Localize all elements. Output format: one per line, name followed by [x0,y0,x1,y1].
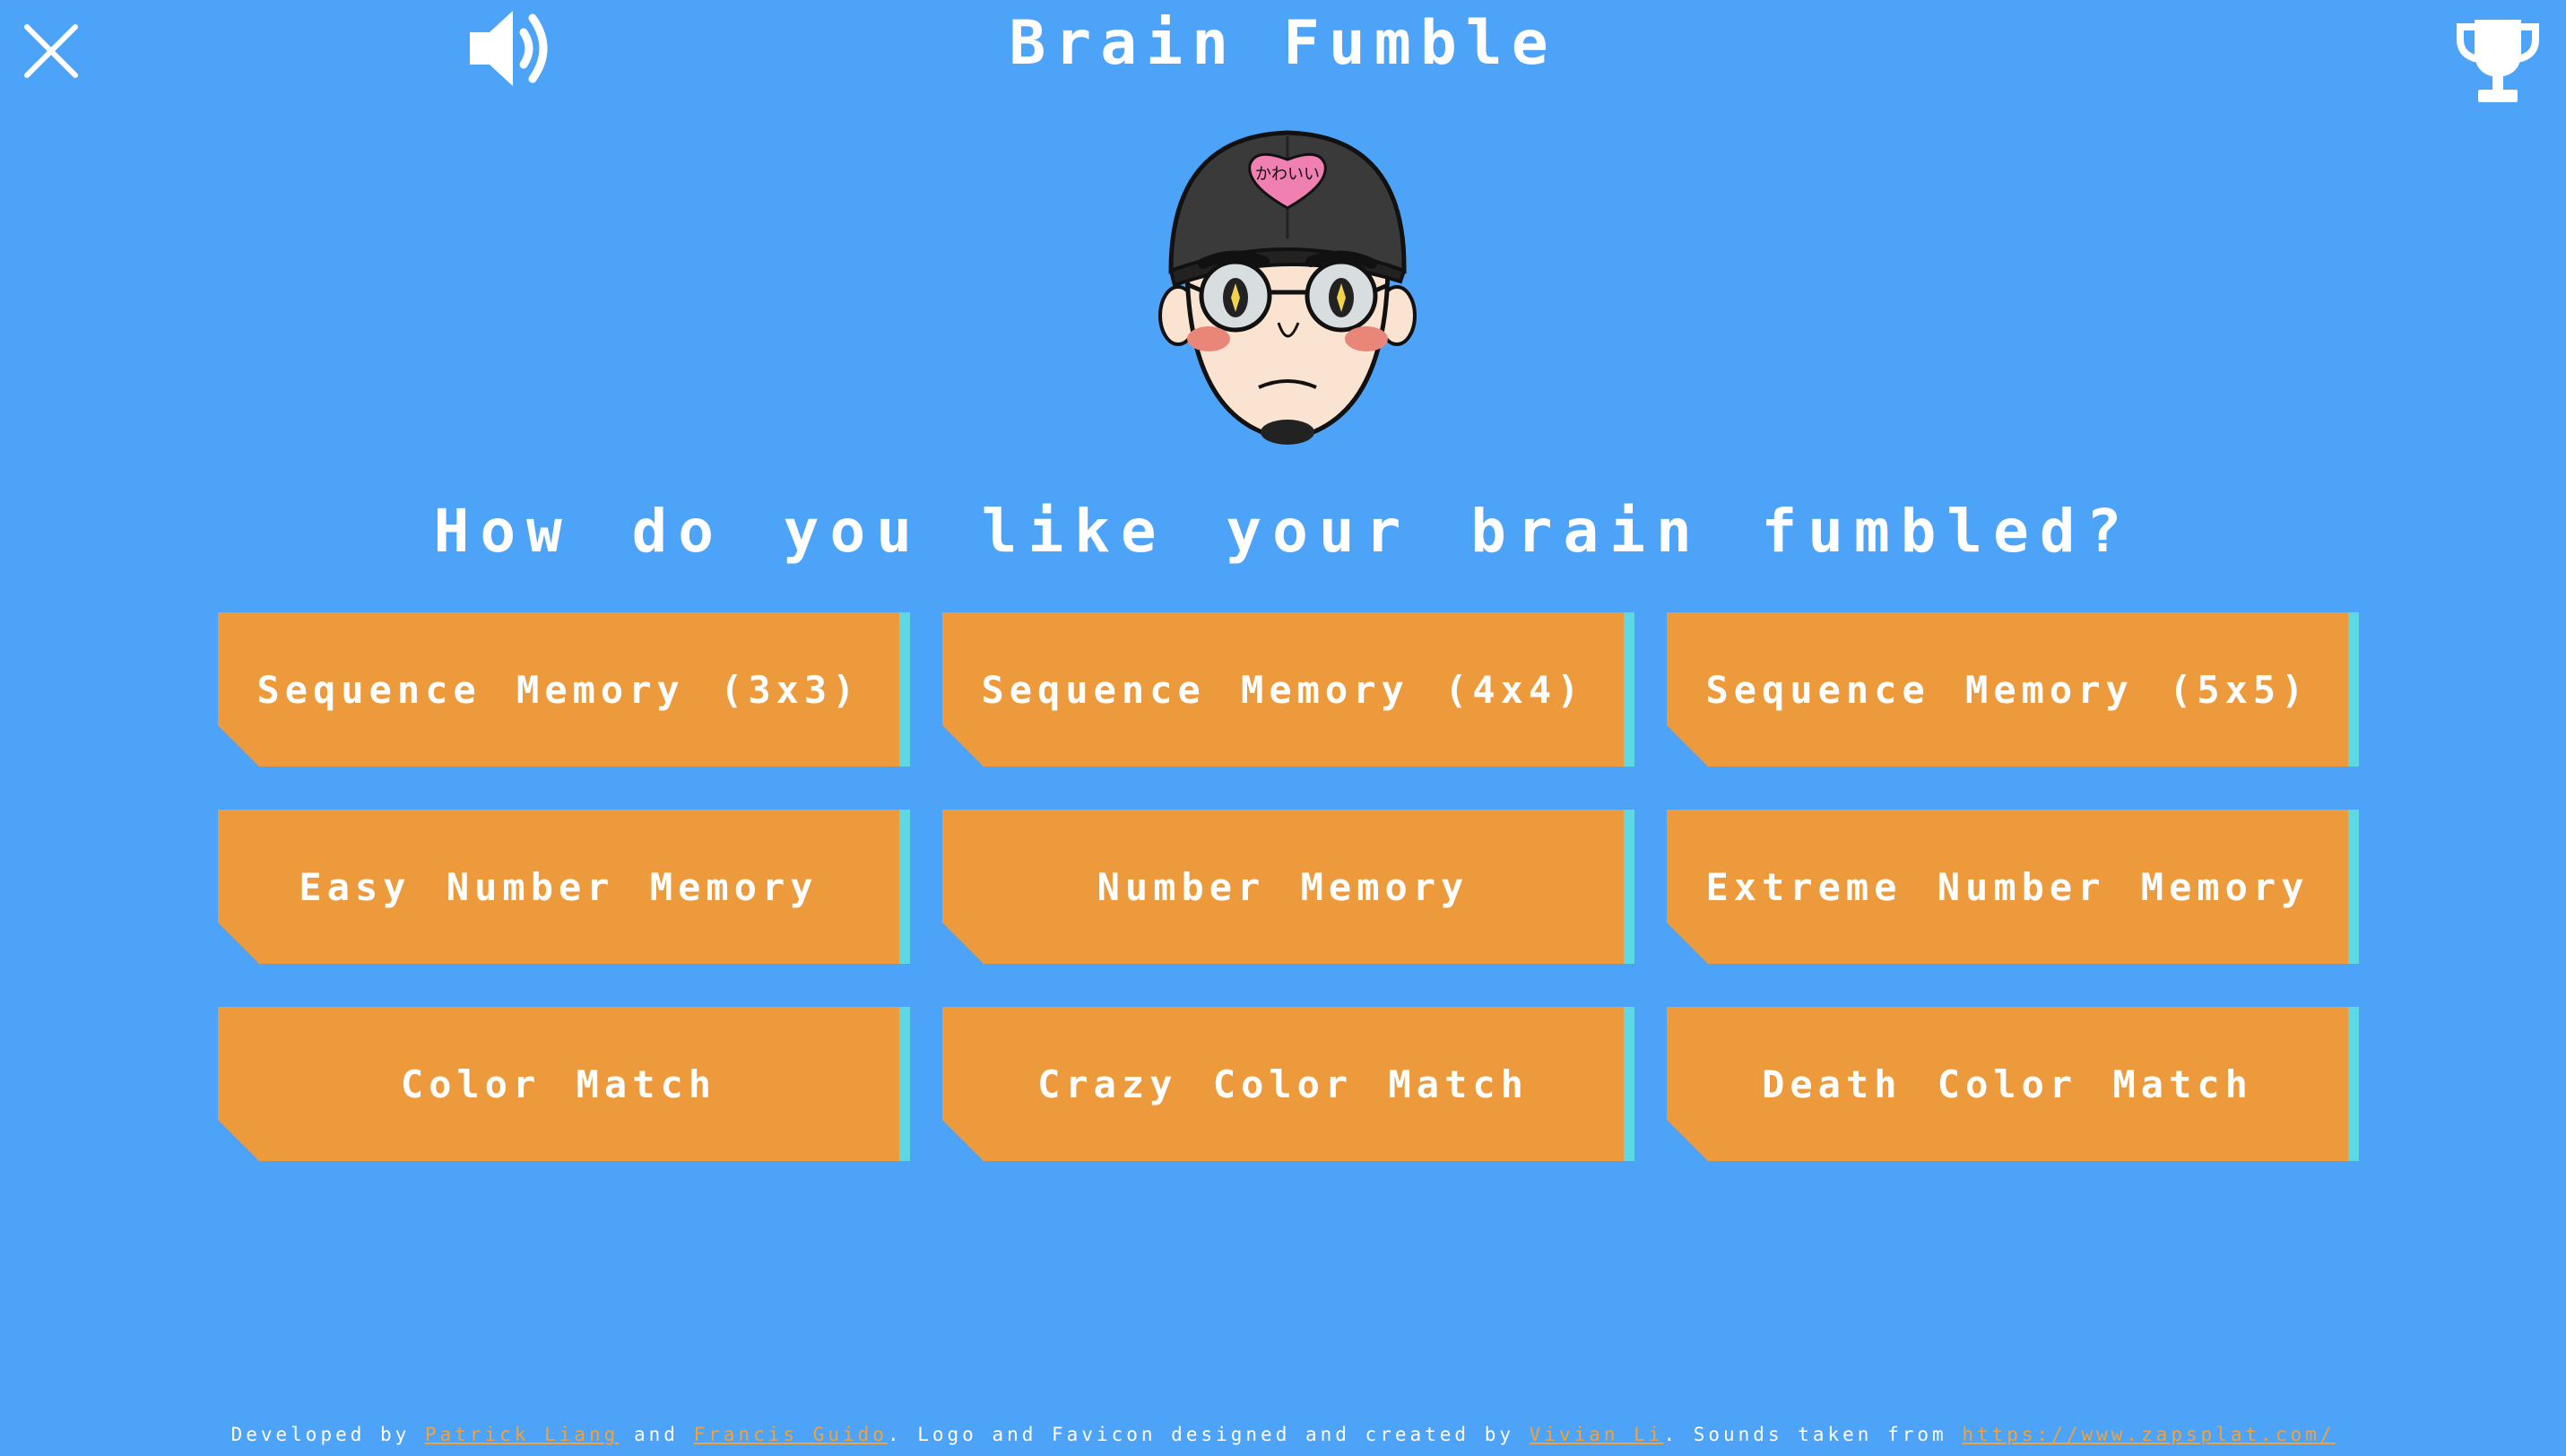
mode-button-label: Sequence Memory (3x3) [256,667,861,712]
game-mode-grid: Sequence Memory (3x3) Sequence Memory (4… [218,612,2361,1161]
developer-link-patrick[interactable]: Patrick Liang [425,1424,619,1445]
developer-link-francis[interactable]: Francis Guido [694,1424,888,1445]
mode-button-label: Sequence Memory (4x4) [981,667,1585,712]
mode-button-easy-number[interactable]: Easy Number Memory [218,810,910,964]
designer-link[interactable]: Vivian Li [1530,1424,1664,1445]
mode-button-sequence-5x5[interactable]: Sequence Memory (5x5) [1667,612,2359,767]
mode-button-label: Easy Number Memory [299,864,819,909]
mode-button-color-match[interactable]: Color Match [218,1007,910,1161]
mode-button-number[interactable]: Number Memory [942,810,1634,964]
trophy-icon[interactable] [2455,16,2541,106]
mode-button-crazy-color-match[interactable]: Crazy Color Match [942,1007,1634,1161]
mode-prompt: How do you like your brain fumbled? [433,497,2133,566]
mode-button-sequence-4x4[interactable]: Sequence Memory (4x4) [942,612,1634,767]
mode-button-death-color-match[interactable]: Death Color Match [1667,1007,2359,1161]
mode-button-extreme-number[interactable]: Extreme Number Memory [1667,810,2359,964]
cap-heart-text: かわいい [1255,165,1320,184]
mode-button-label: Crazy Color Match [1037,1062,1529,1106]
mode-button-sequence-3x3[interactable]: Sequence Memory (3x3) [218,612,910,767]
mode-button-label: Sequence Memory (5x5) [1705,667,2310,712]
brain-fumble-logo: かわいい [1153,127,1422,468]
footer-text: . Logo and Favicon designed and created … [887,1424,1514,1445]
mode-button-label: Extreme Number Memory [1705,864,2310,909]
footer-text: Developed by [230,1424,411,1445]
main-menu-page: Brain Fumble かわいい How do you like your b… [0,0,2566,1456]
footer-credits: Developed by Patrick Liang and Francis G… [0,1424,2566,1445]
mode-button-label: Death Color Match [1762,1062,2253,1106]
app-title: Brain Fumble [1009,8,1557,79]
mode-button-label: Color Match [400,1062,717,1106]
footer-text: . Sounds taken from [1663,1424,1947,1445]
mode-button-label: Number Memory [1097,864,1469,909]
footer-text: and [634,1424,679,1445]
zapsplat-link[interactable]: https://www.zapsplat.com/ [1962,1424,2335,1445]
